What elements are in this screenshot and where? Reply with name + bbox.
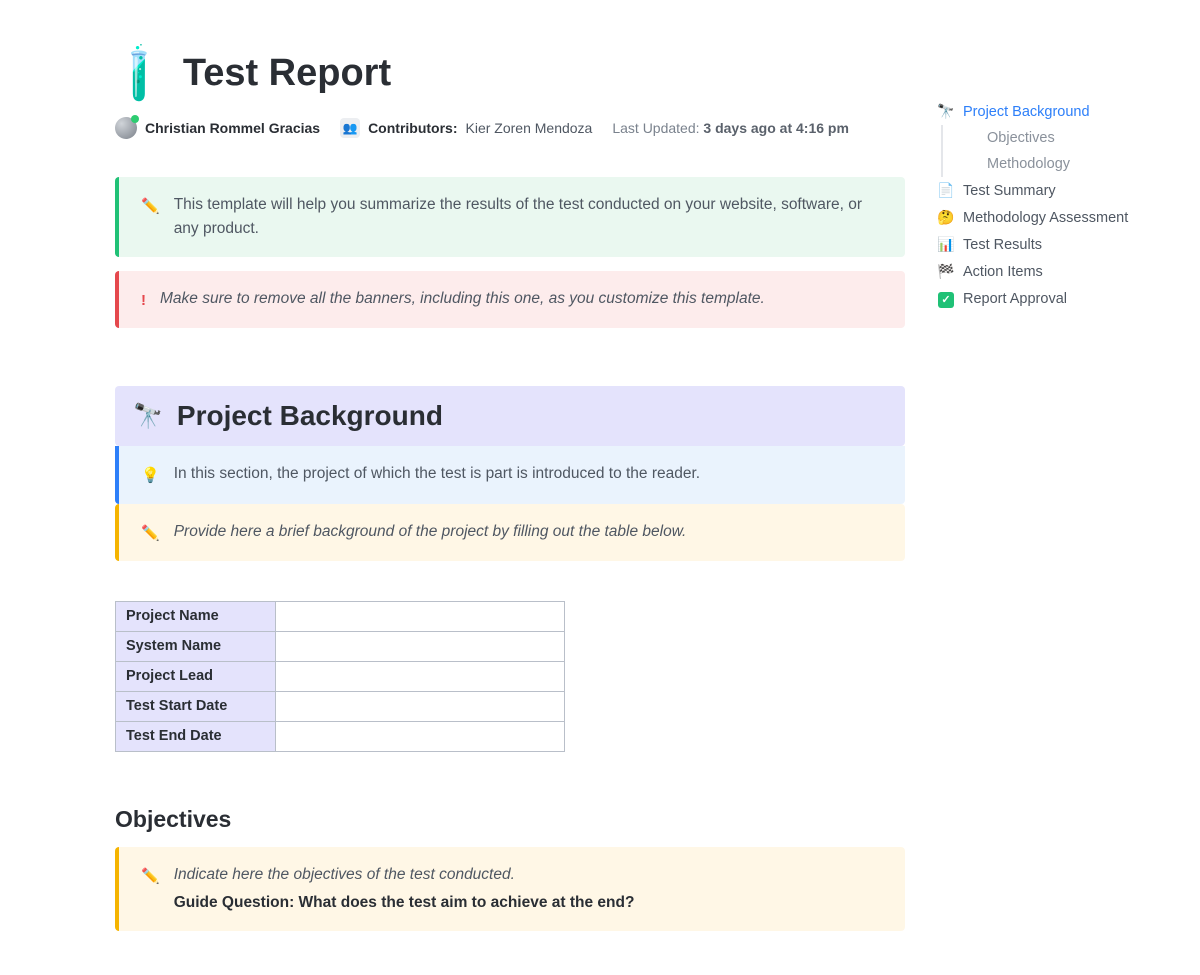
toc-item[interactable]: 📄 Test Summary <box>935 177 1155 204</box>
contributors-names: Kier Zoren Mendoza <box>466 120 593 136</box>
toc-item-icon: 🔭 <box>937 103 955 120</box>
objectives-guide: Guide Question: What does the test aim t… <box>174 891 635 915</box>
table-key: Project Name <box>116 601 276 631</box>
contributors-label: Contributors: <box>368 120 457 136</box>
toc-item[interactable]: 🤔 Methodology Assessment <box>935 204 1155 231</box>
author-block[interactable]: Christian Rommel Gracias <box>115 117 320 139</box>
table-row: Project Lead <box>116 661 565 691</box>
toc-item-label: Project Background <box>963 104 1090 120</box>
table-row: Project Name <box>116 601 565 631</box>
author-avatar <box>115 117 137 139</box>
section-project-background[interactable]: 🔭 Project Background <box>115 386 905 446</box>
table-value[interactable] <box>276 631 565 661</box>
toc-item-label: Methodology Assessment <box>963 210 1128 226</box>
contributors-block[interactable]: 👥 Contributors: Kier Zoren Mendoza <box>340 118 592 138</box>
pencil-icon: ✏️ <box>141 522 160 545</box>
table-key: System Name <box>116 631 276 661</box>
toc-item-label: Report Approval <box>963 291 1067 307</box>
section-info-text: In this section, the project of which th… <box>174 462 700 486</box>
project-table-body: Project NameSystem NameProject LeadTest … <box>116 601 565 751</box>
section-title: Project Background <box>177 400 443 432</box>
test-tube-icon: 🧪 <box>106 39 174 107</box>
exclamation-icon: ! <box>141 289 146 312</box>
pencil-icon: ✏️ <box>141 195 160 218</box>
check-icon: ✓ <box>937 290 955 308</box>
toc-item[interactable]: Objectives <box>941 125 1155 151</box>
table-key: Test Start Date <box>116 691 276 721</box>
toc-item-icon: 📄 <box>937 182 955 199</box>
toc-item-label: Test Results <box>963 237 1042 253</box>
page-title[interactable]: Test Report <box>183 52 391 95</box>
project-table: Project NameSystem NameProject LeadTest … <box>115 601 565 752</box>
table-value[interactable] <box>276 691 565 721</box>
objectives-banner[interactable]: ✏️ Indicate here the objectives of the t… <box>115 847 905 931</box>
table-value[interactable] <box>276 601 565 631</box>
bulb-icon: 💡 <box>141 464 160 487</box>
objectives-heading[interactable]: Objectives <box>115 806 905 833</box>
last-updated-block: Last Updated: 3 days ago at 4:16 pm <box>612 120 849 136</box>
last-updated-label: Last Updated: <box>612 120 699 136</box>
last-updated-value: 3 days ago at 4:16 pm <box>703 120 849 136</box>
warning-banner[interactable]: ! Make sure to remove all the banners, i… <box>115 271 905 328</box>
page-title-row: 🧪 Test Report <box>115 50 905 97</box>
table-key: Test End Date <box>116 721 276 751</box>
pencil-icon: ✏️ <box>141 865 160 888</box>
toc-item-label: Objectives <box>987 130 1055 146</box>
toc-item[interactable]: Methodology <box>941 151 1155 177</box>
section-info-banner[interactable]: 💡 In this section, the project of which … <box>115 446 905 503</box>
objectives-banner-text: Indicate here the objectives of the test… <box>174 863 635 915</box>
info-banner-text: This template will help you summarize th… <box>174 193 883 241</box>
table-value[interactable] <box>276 721 565 751</box>
toc-item-icon: 🤔 <box>937 209 955 226</box>
table-row: Test End Date <box>116 721 565 751</box>
toc-item[interactable]: 🔭 Project Background <box>935 98 1155 125</box>
toc-sidebar: 🔭 Project Background Objectives Methodology… <box>935 50 1155 945</box>
author-name: Christian Rommel Gracias <box>145 120 320 136</box>
table-value[interactable] <box>276 661 565 691</box>
toc-item[interactable]: 📊 Test Results <box>935 231 1155 258</box>
toc-item-label: Test Summary <box>963 183 1056 199</box>
doc-meta: Christian Rommel Gracias 👥 Contributors:… <box>115 117 905 139</box>
toc-list: 🔭 Project Background Objectives Methodology… <box>935 98 1155 313</box>
toc-item-icon: 🏁 <box>937 263 955 280</box>
section-instruction-text: Provide here a brief background of the p… <box>174 520 687 544</box>
info-banner[interactable]: ✏️ This template will help you summarize… <box>115 177 905 257</box>
table-key: Project Lead <box>116 661 276 691</box>
warning-banner-text: Make sure to remove all the banners, inc… <box>160 287 765 311</box>
section-instruction-banner[interactable]: ✏️ Provide here a brief background of th… <box>115 504 905 561</box>
toc-item[interactable]: 🏁 Action Items <box>935 258 1155 285</box>
toc-item-icon: 📊 <box>937 236 955 253</box>
objectives-instruction: Indicate here the objectives of the test… <box>174 866 515 883</box>
table-row: Test Start Date <box>116 691 565 721</box>
telescope-icon: 🔭 <box>133 402 163 431</box>
toc-item[interactable]: ✓ Report Approval <box>935 285 1155 313</box>
toc-item-label: Action Items <box>963 264 1043 280</box>
people-icon: 👥 <box>340 118 360 138</box>
toc-item-label: Methodology <box>987 156 1070 172</box>
table-row: System Name <box>116 631 565 661</box>
